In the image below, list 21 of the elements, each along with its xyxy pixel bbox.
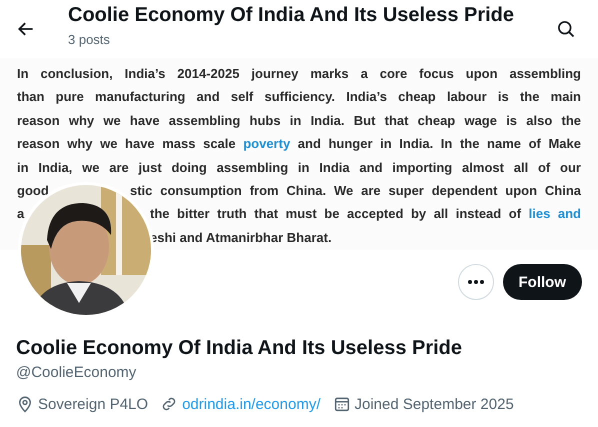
document-text: In conclusion, India’s 2014-2025 journey marks a core focus upon assembling [17,65,581,83]
location-text: Sovereign P4LO [38,396,148,412]
more-icon [466,279,484,285]
document-text: good [17,182,49,200]
document-text: reason why we have assembling hubs in India. But that cheap wage is also the [17,112,581,130]
post-count: 3 posts [68,32,111,47]
document-text: reason why we have mass scale poverty and hunger in India. In the name of Make [17,135,581,154]
profile-name: Coolie Economy Of India And Its Useless Pride [16,336,464,360]
document-text: in India, we are just doing assembling in India and importing almost all of our [17,158,581,177]
location-pin-icon [16,395,34,413]
profile-title: Coolie Economy Of India And Its Useless Pride [68,3,516,27]
calendar-icon [332,395,350,413]
document-text: the bitter truth that must be accepted by all instead of lies and [150,205,581,224]
document-text: stic consumption from China. We are super dependent upon China [130,182,581,200]
joined-date: Joined September 2025 [354,396,514,412]
document-text: a [17,205,24,224]
search-icon [556,19,576,39]
more-button[interactable] [458,264,494,300]
document-text: than pure manufacturing and self sufficiency. India’s cheap labour is the main [17,88,581,106]
profile-handle: @CoolieEconomy [16,364,138,381]
follow-button[interactable]: Follow [502,264,582,300]
